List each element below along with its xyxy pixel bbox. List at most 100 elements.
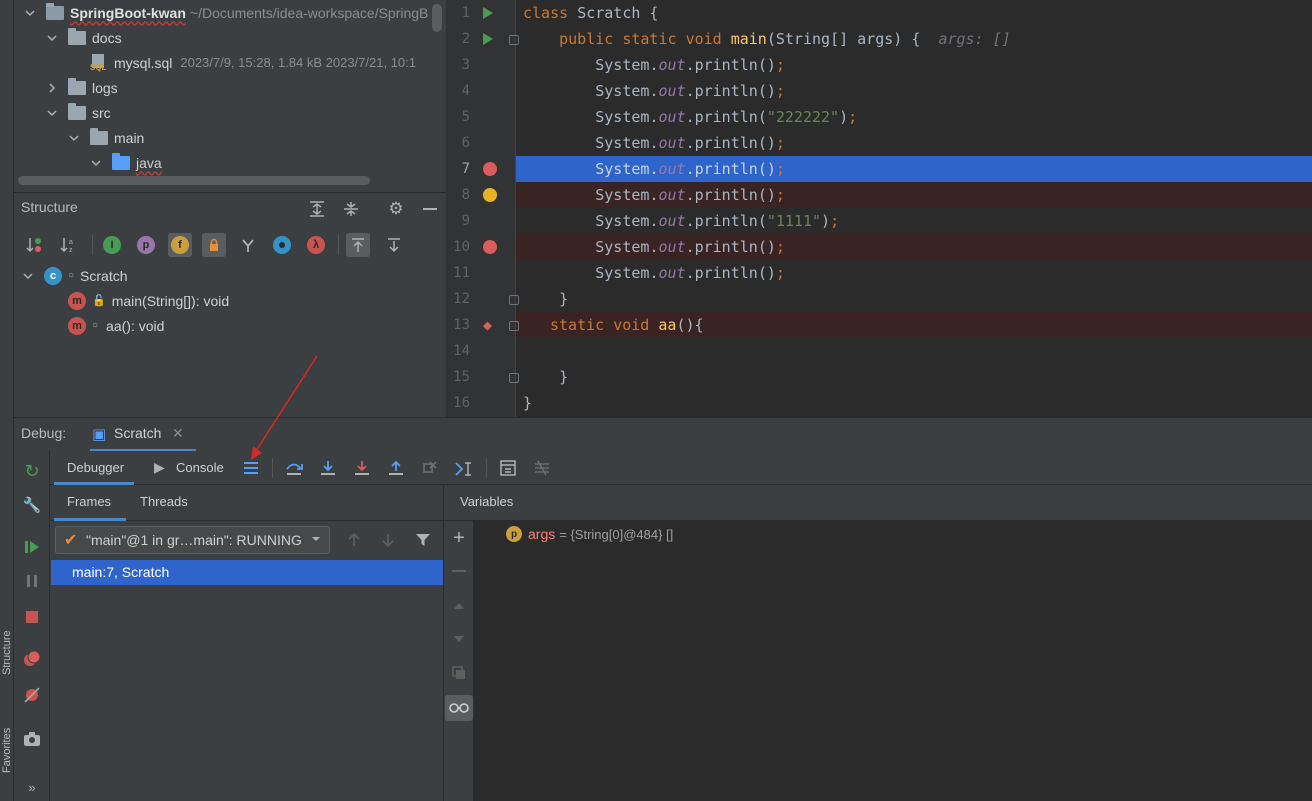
code-line[interactable]: 5 System.out.println("222222"); (446, 104, 1312, 130)
project-panel: SpringBoot-kwan ~/Documents/idea-workspa… (14, 0, 446, 192)
duplicate-icon[interactable] (447, 661, 471, 685)
show-lambdas-icon[interactable]: λ (304, 233, 328, 257)
rerun-icon[interactable]: ↻ (20, 459, 44, 483)
code-line[interactable]: 14 (446, 338, 1312, 364)
move-down-icon[interactable] (447, 627, 471, 651)
code-line-breakpoint[interactable]: 8 System.out.println(); (446, 182, 1312, 208)
drop-frame-icon[interactable] (418, 456, 442, 480)
camera-icon[interactable] (20, 727, 44, 751)
hide-icon[interactable] (418, 197, 442, 221)
filter-icon[interactable] (411, 528, 435, 552)
wrench-icon[interactable]: 🔧 (20, 493, 44, 517)
autoscroll-from-source-icon[interactable] (382, 233, 406, 257)
arrow-up-icon[interactable] (342, 528, 366, 552)
code-line[interactable]: 15 } (446, 364, 1312, 390)
fold-icon[interactable] (509, 295, 519, 305)
code-line[interactable]: 12 } (446, 286, 1312, 312)
mute-breakpoints-icon[interactable] (20, 683, 44, 707)
tab-debugger[interactable]: Debugger (50, 451, 138, 485)
code-line-breakpoint[interactable]: 10 System.out.println(); (446, 234, 1312, 260)
sort-by-visibility-icon[interactable] (22, 233, 46, 257)
evaluate-expression-icon[interactable] (496, 456, 520, 480)
tree-item-main[interactable]: main (68, 125, 144, 150)
chevron-down-icon[interactable] (46, 107, 58, 119)
method-breakpoint-icon[interactable]: ◆ (483, 316, 492, 334)
vertical-scrollbar[interactable] (432, 4, 442, 32)
stop-icon[interactable] (20, 605, 44, 629)
arrow-down-icon[interactable] (376, 528, 400, 552)
code-editor[interactable]: 1 class Scratch { 2 public static void m… (446, 0, 1312, 417)
chevron-down-icon[interactable] (22, 270, 34, 282)
project-root-row[interactable]: SpringBoot-kwan ~/Documents/idea-workspa… (24, 0, 428, 25)
conditional-breakpoint-icon[interactable] (483, 188, 497, 202)
debug-session-tab[interactable]: ▣ Scratch ✕ (90, 418, 210, 452)
show-anonymous-icon[interactable] (236, 233, 260, 257)
resume-icon[interactable] (20, 535, 44, 559)
run-icon[interactable] (483, 7, 493, 19)
thread-select[interactable]: ✔ "main"@1 in gr…main": RUNNING (55, 526, 330, 554)
show-non-public-icon[interactable] (202, 233, 226, 257)
code-line[interactable]: 9 System.out.println("1111"); (446, 208, 1312, 234)
show-inherited-icon[interactable]: I (100, 233, 124, 257)
chevron-right-icon[interactable] (46, 82, 58, 94)
chevron-down-icon[interactable] (90, 157, 102, 169)
tree-item-label: logs (92, 79, 118, 96)
remove-watch-icon[interactable] (447, 560, 471, 584)
code-line[interactable]: 3 System.out.println(); (446, 52, 1312, 78)
view-breakpoints-icon[interactable] (20, 647, 44, 671)
code-line[interactable]: 2 public static void main(String[] args)… (446, 26, 1312, 52)
breakpoint-icon[interactable] (483, 162, 497, 176)
code-line[interactable]: 4 System.out.println(); (446, 78, 1312, 104)
add-watch-icon[interactable]: + (447, 526, 471, 550)
move-up-icon[interactable] (447, 594, 471, 618)
tree-item-src[interactable]: src (46, 100, 111, 125)
chevron-down-icon[interactable] (68, 132, 80, 144)
show-fields-icon[interactable]: f (168, 233, 192, 257)
tree-item-java[interactable]: java (90, 150, 162, 175)
structure-class-row[interactable]: c ○ Scratch (22, 263, 128, 288)
variable-row[interactable]: p args = {String[0]@484} [] (506, 524, 673, 544)
run-icon[interactable] (483, 33, 493, 45)
fold-icon[interactable] (509, 373, 519, 383)
structure-member-main[interactable]: m 🔓 main(String[]): void (68, 288, 229, 313)
expand-all-icon[interactable] (305, 197, 329, 221)
force-step-into-icon[interactable] (350, 456, 374, 480)
pause-icon[interactable] (20, 569, 44, 593)
code-line-current[interactable]: 7 System.out.println(); (446, 156, 1312, 182)
frame-row-selected[interactable]: main:7, Scratch (51, 560, 443, 585)
step-out-icon[interactable] (384, 456, 408, 480)
code-line[interactable]: 16 } (446, 390, 1312, 416)
annotation-arrow (251, 355, 318, 460)
structure-side-tab[interactable]: Structure (0, 605, 14, 700)
tab-frames[interactable]: Frames (50, 485, 126, 521)
code-line[interactable]: 1 class Scratch { (446, 0, 1312, 26)
horizontal-scrollbar[interactable] (18, 176, 370, 185)
chevron-down-icon[interactable] (46, 32, 58, 44)
tree-item-mysql-sql[interactable]: SQL mysql.sql 2023/7/9, 15:28, 1.84 kB 2… (90, 50, 416, 75)
tree-item-docs[interactable]: docs (46, 25, 122, 50)
more-icon[interactable]: » (20, 775, 44, 799)
tab-console[interactable]: ▶ Console (154, 451, 234, 485)
chevron-down-icon[interactable] (24, 7, 36, 19)
sort-alphabetically-icon[interactable]: az (56, 233, 80, 257)
show-watches-icon[interactable] (445, 695, 473, 721)
close-icon[interactable]: ✕ (172, 425, 184, 442)
code-line-breakpoint[interactable]: 13 ◆ static void aa(){ (446, 312, 1312, 338)
structure-title: Structure (21, 199, 78, 215)
structure-member-aa[interactable]: m ○ aa(): void (68, 313, 164, 338)
trace-current-stream-icon[interactable] (530, 456, 554, 480)
collapse-all-icon[interactable] (339, 197, 363, 221)
run-to-cursor-icon[interactable] (452, 456, 476, 480)
favorites-side-tab[interactable]: Favorites (0, 710, 14, 790)
code-line[interactable]: 11 System.out.println(); (446, 260, 1312, 286)
tree-item-logs[interactable]: logs (46, 75, 118, 100)
autoscroll-to-source-icon[interactable] (346, 233, 370, 257)
fold-icon[interactable] (509, 321, 519, 331)
show-interfaces-icon[interactable] (270, 233, 294, 257)
show-properties-icon[interactable]: p (134, 233, 158, 257)
gear-icon[interactable]: ⚙ (384, 197, 408, 221)
fold-icon[interactable] (509, 35, 519, 45)
breakpoint-icon[interactable] (483, 240, 497, 254)
code-line[interactable]: 6 System.out.println(); (446, 130, 1312, 156)
tab-threads[interactable]: Threads (140, 485, 210, 521)
